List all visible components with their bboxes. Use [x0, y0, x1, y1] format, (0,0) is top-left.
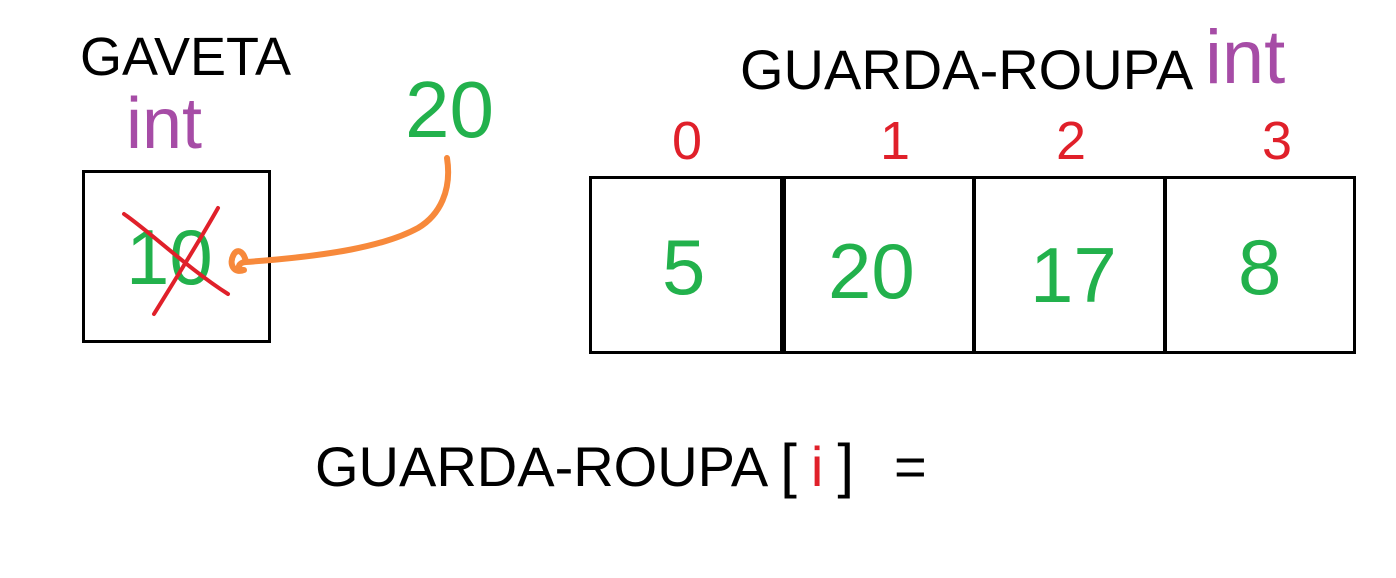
array-access-expression: GUARDA-ROUPA[i] = [315, 436, 927, 496]
gaveta-old-value: 10 [126, 213, 213, 301]
array-cell-value: 20 [828, 227, 915, 315]
expression-open-bracket: [ [780, 432, 797, 499]
array-index-label: 3 [1262, 111, 1293, 171]
array-index-label: 2 [1056, 111, 1087, 171]
guarda-roupa-title: GUARDA-ROUPA [740, 38, 1194, 101]
expression-index-variable: i [810, 435, 824, 498]
array-cell-value: 8 [1238, 223, 1282, 311]
expression-close-bracket: ] [837, 432, 855, 499]
array-index-label: 0 [672, 111, 703, 171]
array-cell-value: 17 [1030, 231, 1117, 319]
expression-array-name: GUARDA-ROUPA [315, 435, 769, 498]
array-cell-value: 5 [662, 223, 706, 311]
incoming-value: 20 [405, 65, 494, 154]
gaveta-title: GAVETA [80, 27, 292, 87]
guarda-roupa-type-label: int [1205, 15, 1286, 100]
gaveta-type-label: int [126, 84, 203, 164]
expression-equals: = [894, 435, 927, 498]
array-index-label: 1 [880, 111, 911, 171]
